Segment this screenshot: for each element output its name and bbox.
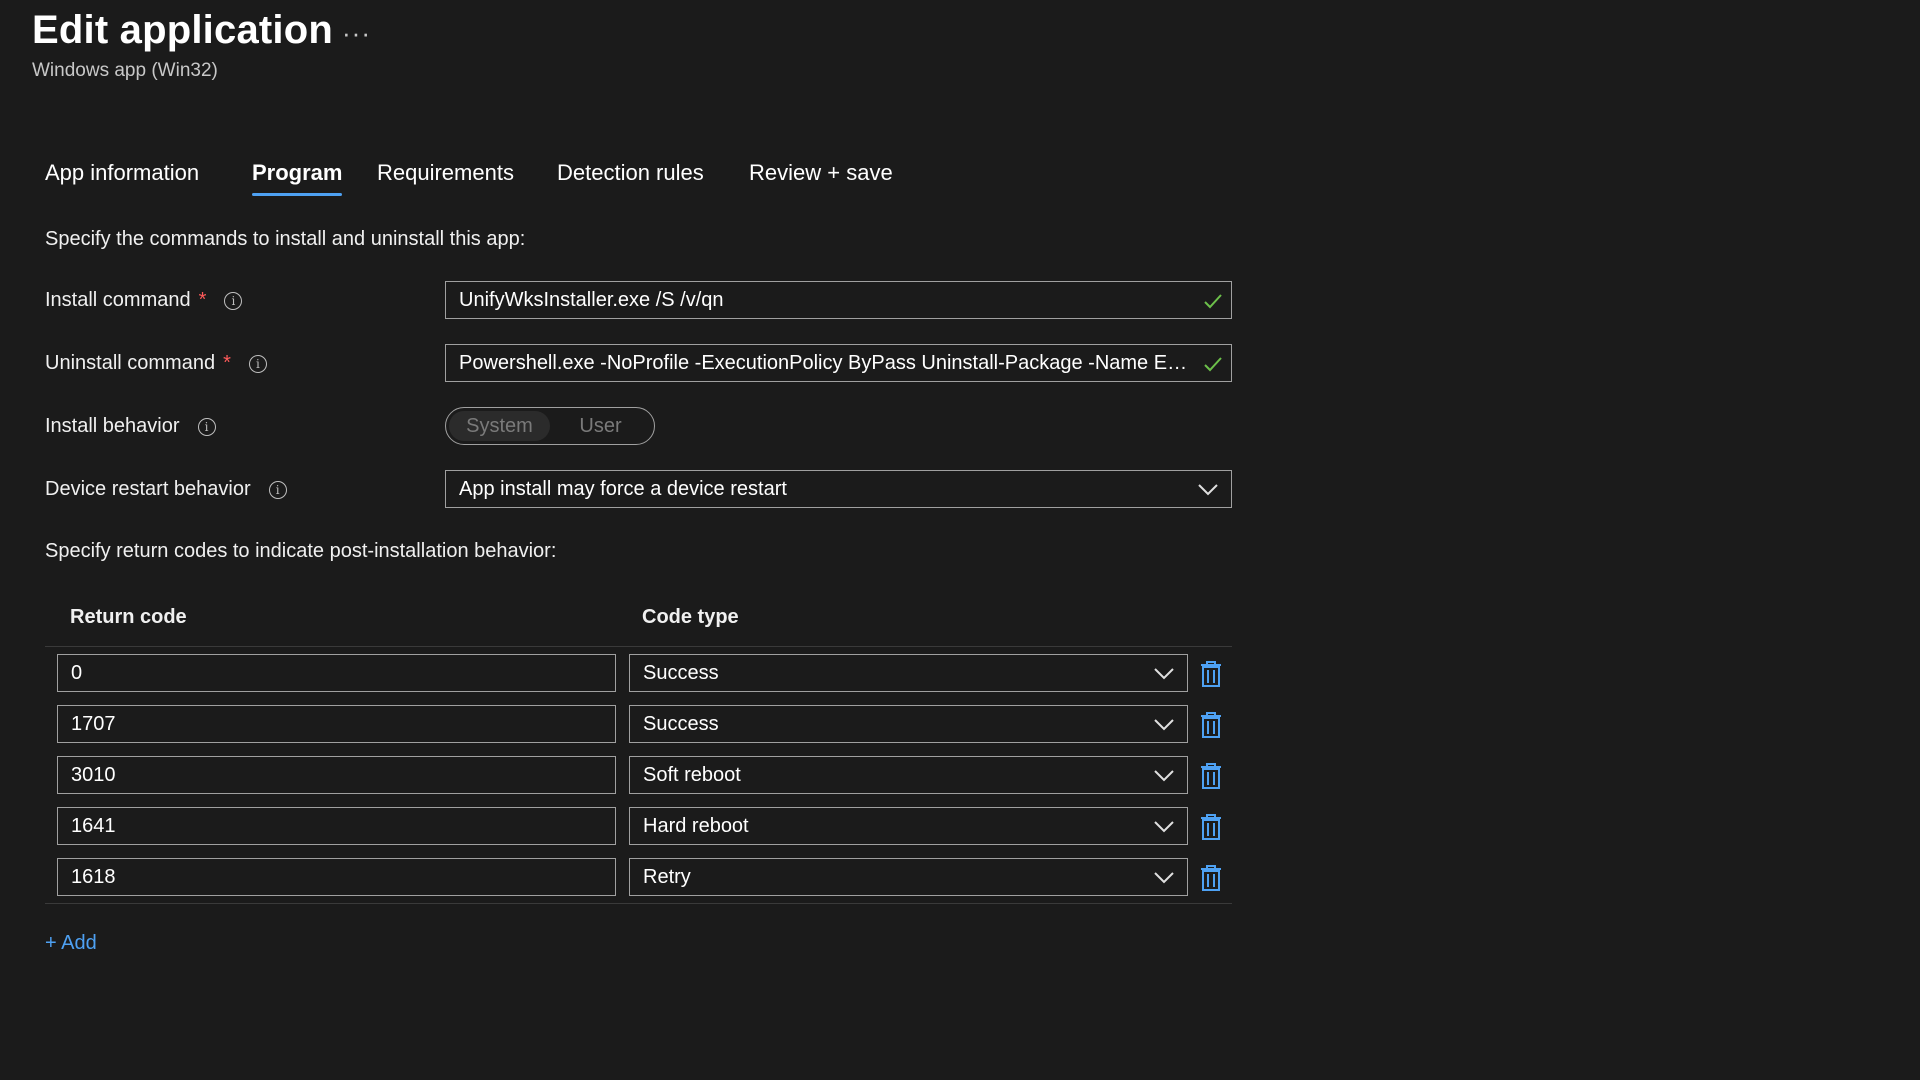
tab-detection-rules[interactable]: Detection rules <box>557 160 704 196</box>
more-options-icon[interactable]: ··· <box>342 18 371 49</box>
table-row: 1641 Hard reboot <box>45 807 1232 851</box>
edit-application-page: Edit application ··· Windows app (Win32)… <box>0 0 1920 1080</box>
code-type-dropdown[interactable]: Hard reboot <box>629 807 1188 845</box>
uninstall-command-label: Uninstall command * i <box>45 352 267 375</box>
device-restart-dropdown[interactable]: App install may force a device restart <box>445 470 1232 508</box>
tab-app-information[interactable]: App information <box>45 160 199 196</box>
page-title: Edit application <box>32 8 333 52</box>
uninstall-command-label-text: Uninstall command <box>45 352 216 374</box>
code-type-value: Success <box>643 662 719 684</box>
info-icon[interactable]: i <box>197 417 216 436</box>
chevron-down-icon <box>1154 872 1174 884</box>
chevron-down-icon <box>1154 719 1174 731</box>
install-behavior-user-option[interactable]: User <box>550 411 651 441</box>
table-header-divider <box>45 646 1232 647</box>
trash-icon[interactable] <box>1198 762 1224 790</box>
return-code-input[interactable]: 1618 <box>57 858 616 896</box>
install-behavior-label: Install behavior i <box>45 415 216 438</box>
uninstall-command-input[interactable]: Powershell.exe -NoProfile -ExecutionPoli… <box>445 344 1232 382</box>
trash-icon[interactable] <box>1198 660 1224 688</box>
table-row: 3010 Soft reboot <box>45 756 1232 800</box>
required-marker: * <box>198 289 207 311</box>
info-icon[interactable]: i <box>248 354 267 373</box>
chevron-down-icon <box>1154 770 1174 782</box>
install-command-input[interactable]: UnifyWksInstaller.exe /S /v/qn <box>445 281 1232 319</box>
return-code-input[interactable]: 0 <box>57 654 616 692</box>
code-type-value: Retry <box>643 866 691 888</box>
device-restart-value: App install may force a device restart <box>459 477 787 500</box>
code-type-value: Hard reboot <box>643 815 749 837</box>
return-code-input[interactable]: 1707 <box>57 705 616 743</box>
install-command-label-text: Install command <box>45 289 191 311</box>
checkmark-icon <box>1204 294 1222 309</box>
install-behavior-toggle: System User <box>445 407 655 445</box>
code-type-dropdown[interactable]: Success <box>629 654 1188 692</box>
tab-program[interactable]: Program <box>252 160 343 196</box>
add-return-code-link[interactable]: + Add <box>45 932 97 955</box>
code-type-dropdown[interactable]: Soft reboot <box>629 756 1188 794</box>
trash-icon[interactable] <box>1198 864 1224 892</box>
code-type-value: Success <box>643 713 719 735</box>
tab-review-save[interactable]: Review + save <box>749 160 893 196</box>
code-type-column-header: Code type <box>642 606 739 628</box>
return-codes-intro-text: Specify return codes to indicate post-in… <box>45 540 557 562</box>
code-type-dropdown[interactable]: Success <box>629 705 1188 743</box>
return-code-input[interactable]: 3010 <box>57 756 616 794</box>
uninstall-command-value: Powershell.exe -NoProfile -ExecutionPoli… <box>459 351 1191 374</box>
page-subtitle: Windows app (Win32) <box>32 60 218 81</box>
commands-intro-text: Specify the commands to install and unin… <box>45 228 526 250</box>
code-type-dropdown[interactable]: Retry <box>629 858 1188 896</box>
checkmark-icon <box>1204 357 1222 372</box>
trash-icon[interactable] <box>1198 711 1224 739</box>
install-behavior-system-option[interactable]: System <box>449 411 550 441</box>
trash-icon[interactable] <box>1198 813 1224 841</box>
chevron-down-icon <box>1198 484 1218 496</box>
required-marker: * <box>223 352 231 374</box>
return-code-column-header: Return code <box>70 606 187 628</box>
install-command-value: UnifyWksInstaller.exe /S /v/qn <box>459 288 724 311</box>
code-type-value: Soft reboot <box>643 764 741 786</box>
chevron-down-icon <box>1154 668 1174 680</box>
table-row: 1618 Retry <box>45 858 1232 902</box>
info-icon[interactable]: i <box>224 291 243 310</box>
chevron-down-icon <box>1154 821 1174 833</box>
table-footer-divider <box>45 903 1232 904</box>
tab-requirements[interactable]: Requirements <box>377 160 514 196</box>
return-code-input[interactable]: 1641 <box>57 807 616 845</box>
table-row: 1707 Success <box>45 705 1232 749</box>
table-row: 0 Success <box>45 654 1232 698</box>
install-behavior-label-text: Install behavior <box>45 415 180 437</box>
device-restart-label: Device restart behavior i <box>45 478 287 501</box>
info-icon[interactable]: i <box>268 480 287 499</box>
install-command-label: Install command * i <box>45 289 243 312</box>
device-restart-label-text: Device restart behavior <box>45 478 251 500</box>
